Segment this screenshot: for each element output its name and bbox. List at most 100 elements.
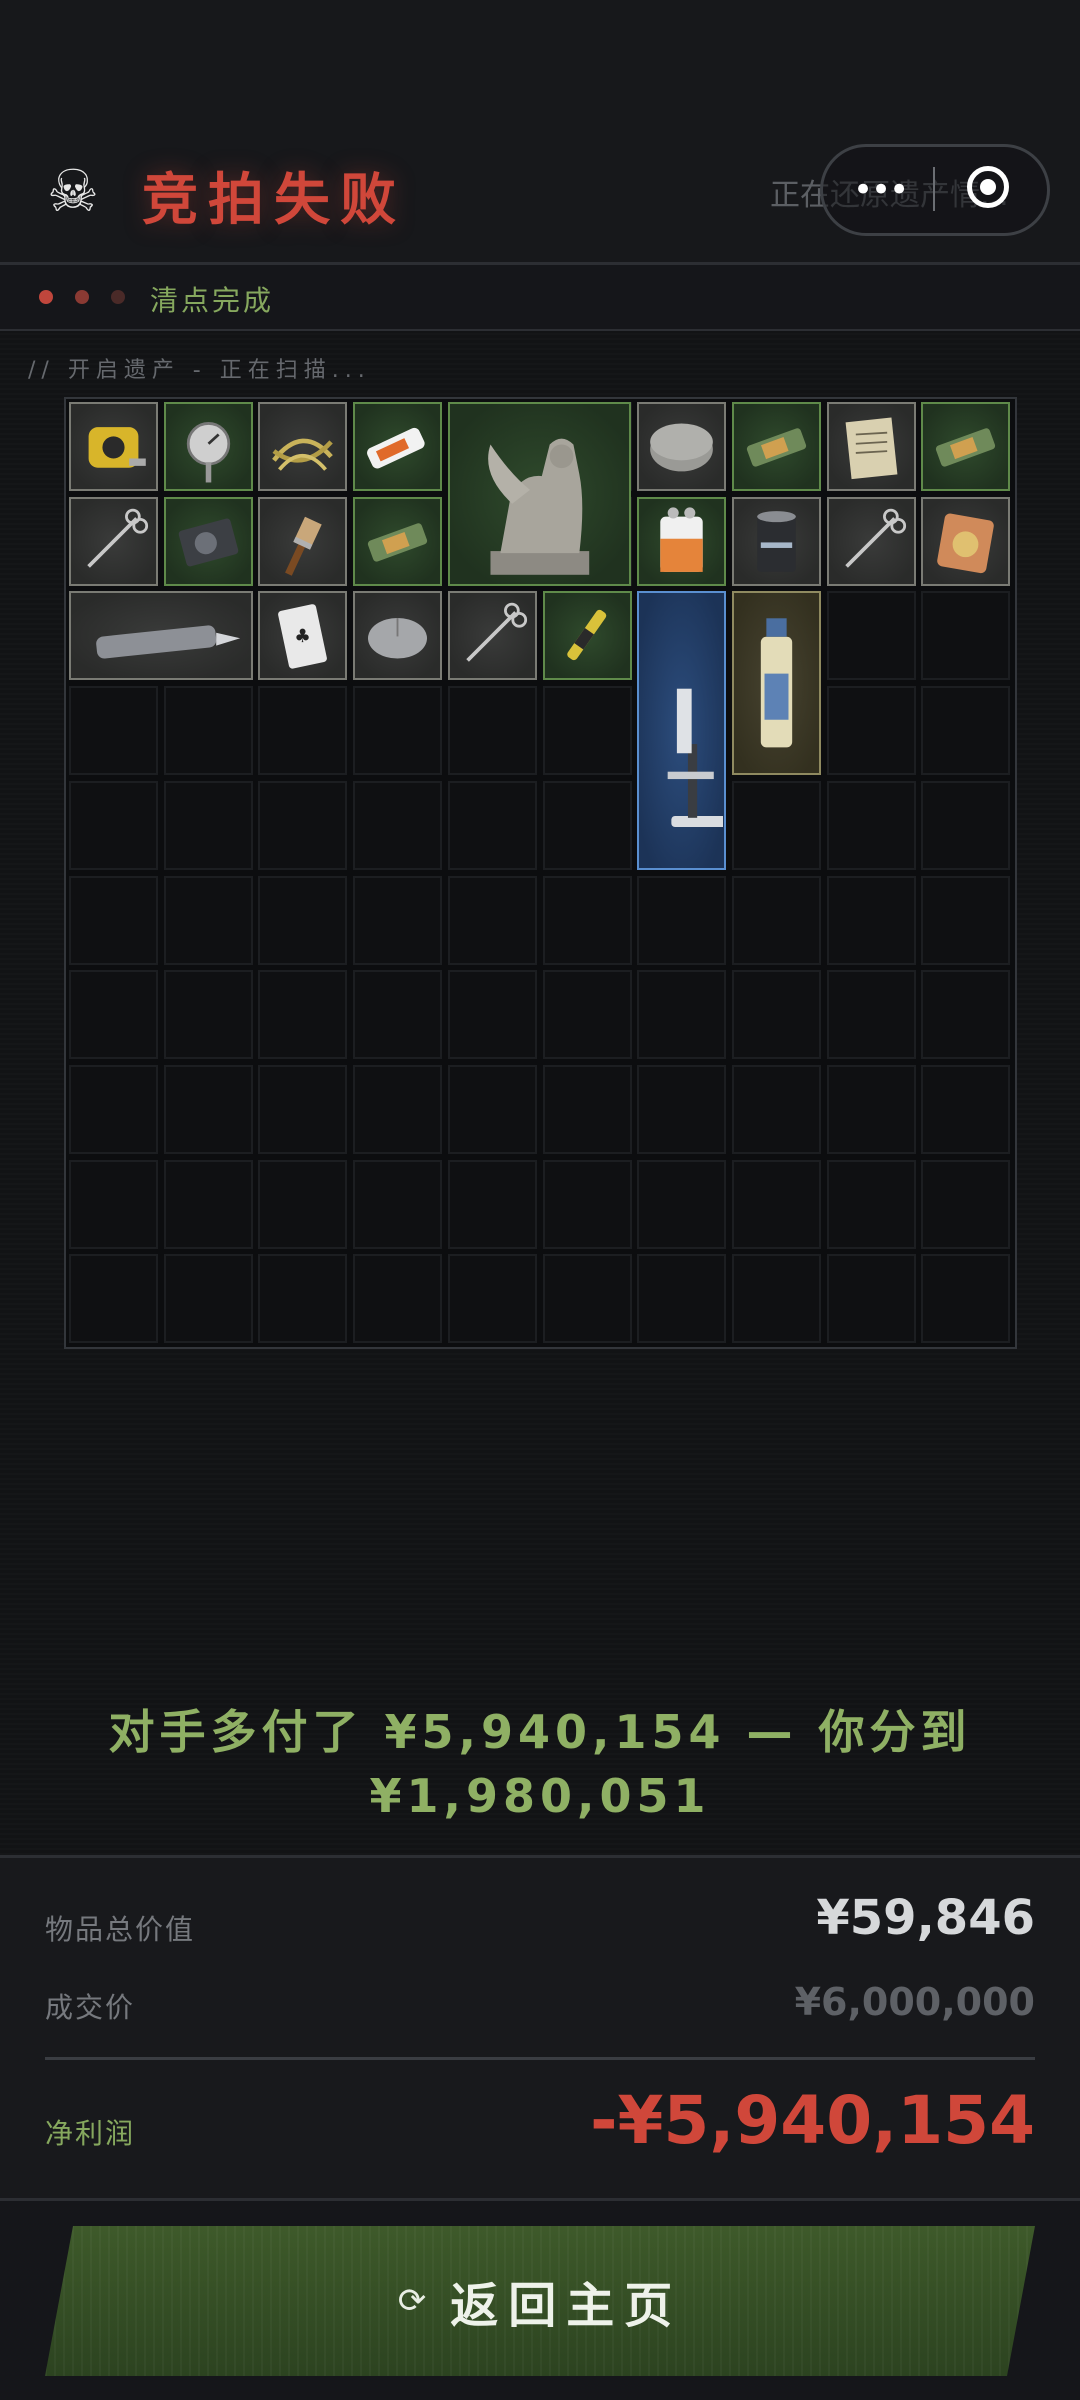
pen-icon[interactable] xyxy=(542,591,632,681)
inventory-cell xyxy=(637,1064,727,1154)
inventory-cell xyxy=(69,780,158,870)
inventory-cell xyxy=(353,1064,443,1154)
inventory-cell xyxy=(731,1159,821,1249)
inventory-cell xyxy=(731,1064,821,1154)
summary-panel: 物品总价值 ¥59,846 成交价 ¥6,000,000 净利润 -¥5,940… xyxy=(0,1858,1080,2198)
scissors-icon[interactable] xyxy=(826,496,916,586)
scissors-icon[interactable] xyxy=(69,496,158,586)
inventory-cell xyxy=(69,1159,158,1249)
capsule-divider xyxy=(933,167,935,211)
cable-bundle-icon[interactable] xyxy=(258,402,348,491)
result-message: 对手多付了 ¥5,940,154 — 你分到 ¥1,980,051 xyxy=(60,1700,1020,1828)
paint-brush-icon[interactable] xyxy=(258,496,348,586)
total-value-label: 物品总价值 xyxy=(45,1913,196,1946)
progress-divider xyxy=(0,329,1080,331)
grinding-wheel-icon[interactable] xyxy=(637,402,727,491)
inventory-cell xyxy=(542,686,632,776)
inventory-cell xyxy=(163,1254,253,1344)
inventory-cell xyxy=(826,1159,916,1249)
result-message-line1: 对手多付了 ¥5,940,154 — 你分到 xyxy=(108,1705,972,1759)
inventory-cell xyxy=(69,1254,158,1344)
return-home-button[interactable]: ⟳ 返回主页 xyxy=(45,2226,1035,2376)
snack-bar-icon[interactable] xyxy=(353,496,443,586)
inventory-cell xyxy=(921,686,1011,776)
progress-dot-1 xyxy=(39,290,53,304)
inventory-cell xyxy=(826,875,916,965)
inventory-cell xyxy=(353,875,443,965)
thermometer-icon[interactable] xyxy=(163,402,253,491)
snack-bar-icon[interactable] xyxy=(731,402,821,491)
inventory-cell xyxy=(69,875,158,965)
inventory-cell xyxy=(921,875,1011,965)
net-profit-value: -¥5,940,154 xyxy=(590,2082,1035,2159)
inventory-cell xyxy=(258,1159,348,1249)
progress-steps: 清点完成 xyxy=(0,265,1080,329)
tape-measure-icon[interactable] xyxy=(69,402,158,491)
utility-knife-icon[interactable] xyxy=(69,591,253,681)
inventory-cell xyxy=(542,875,632,965)
inventory-cell xyxy=(69,970,158,1060)
scissors-icon[interactable] xyxy=(447,591,537,681)
close-target-icon[interactable] xyxy=(967,166,1009,208)
progress-label: 清点完成 xyxy=(150,284,275,317)
summary-divider xyxy=(45,2057,1035,2060)
inventory-cell xyxy=(163,875,253,965)
inventory-cell xyxy=(542,1254,632,1344)
inventory-cell xyxy=(731,1254,821,1344)
inventory-cell xyxy=(637,1254,727,1344)
skull-icon: ☠ xyxy=(47,157,99,225)
sphinx-statue-icon[interactable] xyxy=(447,402,632,586)
inventory-cell xyxy=(353,1254,443,1344)
playing-card-icon[interactable]: ♣ xyxy=(258,591,348,681)
svg-text:♣: ♣ xyxy=(295,626,312,647)
toothpaste-icon[interactable] xyxy=(731,591,821,776)
inventory-cell xyxy=(542,780,632,870)
inventory-cell xyxy=(826,591,916,681)
return-home-label: 返回主页 xyxy=(450,2278,683,2334)
progress-dot-3 xyxy=(111,290,125,304)
inventory-cell xyxy=(163,970,253,1060)
food-pack-icon[interactable] xyxy=(921,496,1011,586)
inventory-cell xyxy=(731,875,821,965)
inventory-cell xyxy=(163,780,253,870)
inventory-cell xyxy=(258,780,348,870)
inventory-cell xyxy=(163,686,253,776)
protein-tin-icon[interactable] xyxy=(731,496,821,586)
inventory-cell xyxy=(921,780,1011,870)
inventory-cell xyxy=(921,1064,1011,1154)
hard-drive-icon[interactable] xyxy=(163,496,253,586)
inventory-cell xyxy=(447,970,537,1060)
inventory-cell xyxy=(353,1159,443,1249)
inventory-cell xyxy=(353,686,443,776)
inventory-cell xyxy=(163,1159,253,1249)
deal-price-label: 成交价 xyxy=(45,1991,136,2024)
scan-status-label: // 开启遗产 - 正在扫描... xyxy=(28,358,371,383)
inventory-cell xyxy=(921,970,1011,1060)
inventory-cell xyxy=(921,1254,1011,1344)
snack-bar-icon[interactable] xyxy=(921,402,1011,491)
refresh-icon: ⟳ xyxy=(397,2281,427,2321)
net-profit-label: 净利润 xyxy=(45,2117,136,2150)
inventory-cell xyxy=(447,1064,537,1154)
inventory-cell xyxy=(69,1064,158,1154)
microscope-icon[interactable] xyxy=(637,591,727,870)
miniprogram-capsule: ••• xyxy=(820,144,1050,236)
inventory-cell xyxy=(447,780,537,870)
inventory-cell xyxy=(447,875,537,965)
inventory-cell xyxy=(826,686,916,776)
inventory-cell xyxy=(353,970,443,1060)
inventory-cell xyxy=(258,1254,348,1344)
more-options-icon[interactable]: ••• xyxy=(853,173,909,207)
inventory-cell xyxy=(731,970,821,1060)
inventory-cell xyxy=(921,591,1011,681)
document-icon[interactable] xyxy=(826,402,916,491)
computer-mouse-icon[interactable] xyxy=(353,591,443,681)
nine-volt-battery-icon[interactable] xyxy=(637,496,727,586)
inventory-cell xyxy=(637,1159,727,1249)
inventory-cell xyxy=(258,875,348,965)
inventory-grid: ♣ xyxy=(64,397,1017,1349)
inventory-cell xyxy=(353,780,443,870)
battery-icon[interactable] xyxy=(353,402,443,491)
inventory-cell xyxy=(447,1254,537,1344)
inventory-cell xyxy=(826,780,916,870)
